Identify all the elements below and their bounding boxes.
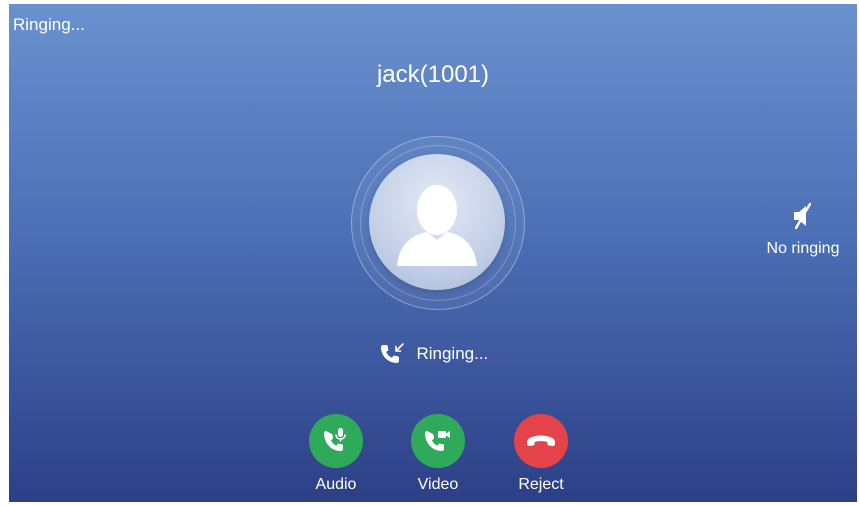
reject-circle[interactable] bbox=[514, 414, 568, 468]
caller-name: jack(1001) bbox=[376, 61, 490, 88]
no-ringing-button[interactable]: No ringing bbox=[755, 200, 851, 258]
status-bar-text: Ringing... bbox=[13, 15, 85, 34]
no-ringing-label: No ringing bbox=[766, 240, 840, 257]
call-state-label: Ringing... bbox=[416, 344, 489, 363]
video-answer-circle[interactable] bbox=[411, 414, 465, 468]
audio-answer-button[interactable]: Audio bbox=[296, 414, 376, 494]
avatar bbox=[369, 154, 505, 290]
speaker-muted-icon bbox=[794, 202, 812, 230]
hang-up-icon bbox=[527, 435, 555, 446]
video-answer-button[interactable]: Video bbox=[398, 414, 478, 494]
audio-answer-label: Audio bbox=[315, 476, 357, 493]
call-state-row: Ringing... bbox=[9, 342, 857, 366]
incoming-call-icon bbox=[380, 343, 404, 363]
audio-answer-circle[interactable] bbox=[309, 414, 363, 468]
reject-label: Reject bbox=[518, 476, 564, 493]
reject-button[interactable]: Reject bbox=[501, 414, 581, 494]
phone-video-icon bbox=[425, 431, 450, 451]
incoming-call-screen: Ringing... jack(1001) Ringing... No ring… bbox=[9, 4, 857, 502]
video-answer-label: Video bbox=[417, 476, 459, 493]
phone-mic-icon bbox=[324, 428, 346, 451]
person-silhouette-icon bbox=[397, 185, 477, 266]
